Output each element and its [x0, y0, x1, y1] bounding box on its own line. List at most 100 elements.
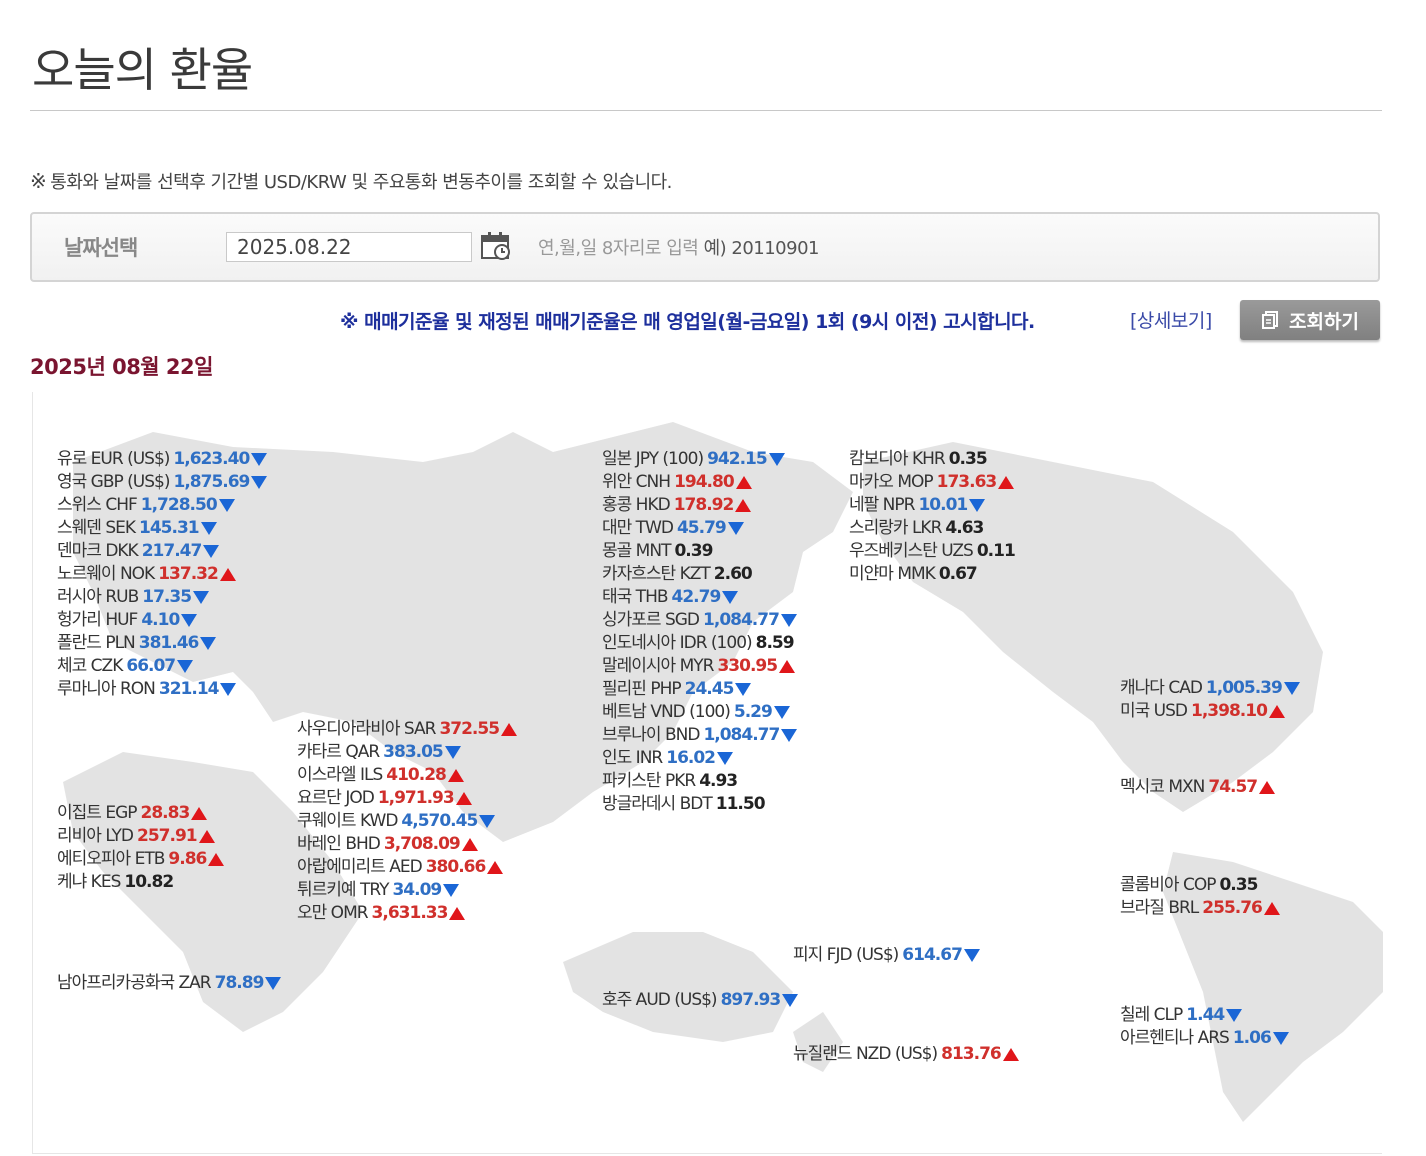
rates-fiji: 피지 FJD (US$) 614.67: [793, 944, 980, 967]
currency-rate: 1,623.40: [173, 449, 250, 469]
rate-row: 뉴질랜드 NZD (US$) 813.76: [793, 1043, 1019, 1066]
currency-rate: 0.35: [948, 449, 988, 469]
down-arrow-icon: [782, 993, 799, 1007]
search-button[interactable]: 조회하기: [1240, 300, 1380, 340]
up-arrow-icon: [447, 768, 464, 782]
detail-link[interactable]: [상세보기]: [1130, 306, 1212, 333]
currency-name: 스위스 CHF: [57, 495, 138, 515]
currency-name: 카타르 QAR: [297, 742, 380, 762]
rate-row: 홍콩 HKD 178.92: [602, 494, 797, 517]
rates-south-america: 콜롬비아 COP 0.35 브라질 BRL 255.76: [1120, 874, 1280, 920]
currency-rate: 1.44: [1186, 1005, 1225, 1025]
down-arrow-icon: [443, 883, 460, 897]
currency-name: 아랍에미리트 AED: [297, 857, 423, 877]
currency-rate: 1,728.50: [140, 495, 218, 515]
up-arrow-icon: [735, 475, 752, 489]
currency-rate: 383.05: [383, 742, 444, 762]
document-icon: [1262, 311, 1279, 329]
currency-name: 인도네시아 IDR (100): [602, 633, 753, 653]
currency-name: 바레인 BHD: [297, 834, 381, 854]
rate-row: 베트남 VND (100) 5.29: [602, 701, 797, 724]
currency-rate: 11.50: [715, 794, 766, 814]
down-arrow-icon: [727, 521, 744, 535]
up-arrow-icon: [191, 806, 208, 820]
search-button-label: 조회하기: [1289, 310, 1359, 333]
currency-name: 인도 INR: [602, 748, 663, 768]
down-arrow-icon: [963, 948, 980, 962]
down-arrow-icon: [444, 745, 461, 759]
currency-name: 케냐 KES: [57, 872, 121, 892]
currency-rate: 24.45: [684, 679, 735, 699]
currency-rate: 145.31: [139, 518, 200, 538]
down-arrow-icon: [200, 636, 217, 650]
rate-row: 인도 INR 16.02: [602, 747, 797, 770]
rate-row: 브루나이 BND 1,084.77: [602, 724, 798, 747]
rate-row: 영국 GBP (US$) 1,875.69: [57, 471, 268, 494]
rate-row: 이집트 EGP 28.83: [57, 802, 224, 825]
rate-row: 대만 TWD 45.79: [602, 517, 797, 540]
currency-name: 요르단 JOD: [297, 788, 375, 808]
rates-north-america: 캐나다 CAD 1,005.39 미국 USD 1,398.10: [1120, 677, 1300, 723]
rates-middle-east: 사우디아라비아 SAR 372.55 카타르 QAR 383.05 이스라엘 ILS 41…: [297, 718, 518, 925]
rate-row: 바레인 BHD 3,708.09: [297, 833, 517, 856]
currency-rate: 1,398.10: [1191, 701, 1268, 721]
currency-name: 방글라데시 BDT: [602, 794, 713, 814]
currency-rate: 45.79: [676, 518, 727, 538]
down-arrow-icon: [722, 590, 739, 604]
rates-europe: 유로 EUR (US$) 1,623.40 영국 GBP (US$) 1,875.69…: [57, 448, 268, 701]
rates-africa: 이집트 EGP 28.83 리비아 LYD 257.91 에티오피아 ETB 9.86 케냐…: [57, 802, 225, 894]
rates-new-zealand: 뉴질랜드 NZD (US$) 813.76: [793, 1043, 1019, 1066]
rate-row: 오만 OMR 3,631.33: [297, 902, 517, 925]
rate-notice: ※ 매매기준율 및 재정된 매매기준율은 매 영업일(월-금요일) 1회 (9시…: [340, 311, 1035, 333]
down-arrow-icon: [1283, 681, 1300, 695]
rate-row: 스위스 CHF 1,728.50: [57, 494, 267, 517]
up-arrow-icon: [1263, 901, 1280, 915]
down-arrow-icon: [181, 613, 198, 627]
rate-row: 카타르 QAR 383.05: [297, 741, 517, 764]
down-arrow-icon: [780, 613, 797, 627]
calendar-icon[interactable]: [480, 230, 512, 262]
currency-rate: 942.15: [707, 449, 768, 469]
currency-name: 네팔 NPR: [849, 495, 915, 515]
currency-rate: 1.06: [1232, 1028, 1272, 1048]
down-arrow-icon: [265, 976, 282, 990]
currency-rate: 1,084.77: [703, 610, 780, 630]
rate-row: 리비아 LYD 257.91: [57, 825, 224, 848]
currency-rate: 3,708.09: [383, 834, 461, 854]
up-arrow-icon: [1259, 780, 1276, 794]
rate-row: 우즈베키스탄 UZS 0.11: [849, 540, 1016, 563]
date-format-hint: 연,월,일 8자리로 입력 예) 20110901: [538, 234, 819, 260]
down-arrow-icon: [220, 682, 237, 696]
currency-name: 스리랑카 LKR: [849, 518, 942, 538]
currency-rate: 380.66: [425, 857, 487, 877]
down-arrow-icon: [717, 751, 734, 765]
rate-row: 헝가리 HUF 4.10: [57, 609, 267, 632]
currency-rate: 1,875.69: [173, 472, 251, 492]
rate-row: 아르헨티나 ARS 1.06: [1120, 1027, 1289, 1050]
currency-rate: 178.92: [673, 495, 735, 515]
down-arrow-icon: [969, 498, 986, 512]
selected-date-heading: 2025년 08월 22일: [30, 355, 213, 379]
currency-rate: 321.14: [158, 679, 220, 699]
currency-rate: 66.07: [126, 656, 176, 676]
up-arrow-icon: [1268, 704, 1285, 718]
currency-rate: 137.32: [158, 564, 219, 584]
currency-rate: 813.76: [941, 1044, 1002, 1064]
currency-rate: 74.57: [1208, 777, 1258, 797]
currency-name: 필리핀 PHP: [602, 679, 682, 699]
date-input[interactable]: [226, 232, 472, 262]
currency-rate: 381.46: [138, 633, 200, 653]
down-arrow-icon: [251, 452, 268, 466]
currency-name: 몽골 MNT: [602, 541, 671, 561]
rate-row: 노르웨이 NOK 137.32: [57, 563, 267, 586]
down-arrow-icon: [479, 814, 496, 828]
currency-name: 일본 JPY (100): [602, 449, 704, 469]
currency-rate: 1,005.39: [1205, 678, 1283, 698]
currency-name: 이집트 EGP: [57, 803, 137, 823]
map-region-australia: [563, 932, 793, 1042]
rate-row: 태국 THB 42.79: [602, 586, 797, 609]
currency-rate: 257.91: [137, 826, 198, 846]
currency-name: 멕시코 MXN: [1120, 777, 1205, 797]
down-arrow-icon: [193, 590, 210, 604]
currency-rate: 42.79: [671, 587, 722, 607]
